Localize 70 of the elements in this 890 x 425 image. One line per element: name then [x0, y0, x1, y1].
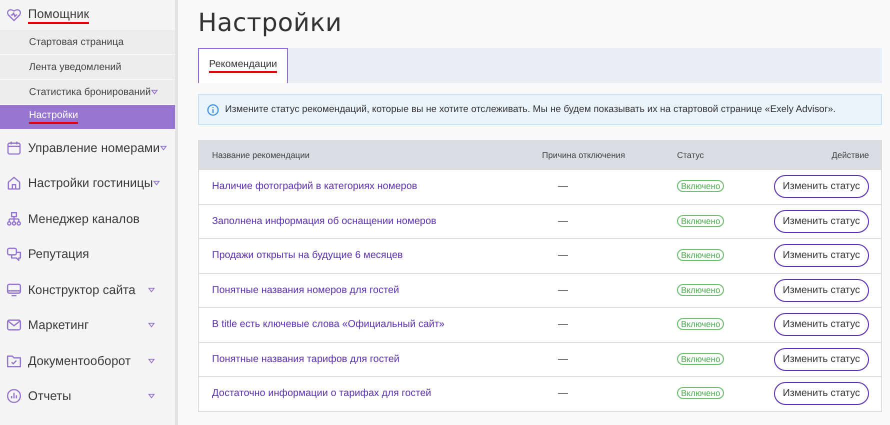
reason-cell: — — [558, 181, 568, 192]
status-badge: Включено — [677, 387, 724, 400]
house-icon — [6, 175, 22, 192]
heart-icon — [6, 7, 22, 23]
reason-cell: — — [558, 388, 568, 400]
nav-item[interactable]: Помощник — [0, 0, 175, 30]
recommendation-link[interactable]: Достаточно информации о тарифах для гостей — [212, 388, 432, 400]
reason-cell: — — [558, 284, 568, 296]
nav-label: Помощник — [28, 6, 90, 24]
info-text: Измените статус рекомендаций, которые вы не хотите отслеживать. Мы не будем показывать их на стартовой странице «Exely Advisor». — [225, 104, 836, 115]
recommendation-link[interactable]: Заполнена информация об оснащении номеров — [212, 216, 436, 227]
recommendation-link[interactable]: Понятные названия номеров для гостей — [212, 284, 400, 296]
submenu-item[interactable]: Настройки — [0, 105, 175, 130]
nav-label: Документооборот — [28, 354, 131, 368]
nav-item[interactable]: Менеджер каналов — [0, 201, 175, 236]
nav-label: Отчеты — [28, 389, 72, 404]
column-header: Действие — [830, 150, 870, 160]
nav-item[interactable]: Конструктор сайта — [0, 272, 175, 308]
recommendation-link[interactable]: Продажи открыты на будущие 6 месяцев — [212, 250, 403, 262]
submenu-label: Стартовая страница — [29, 36, 124, 48]
nav-label: Конструктор сайта — [28, 282, 136, 297]
tab[interactable]: Рекомендации — [198, 48, 288, 83]
status-badge: Включено — [677, 318, 724, 330]
nav-item[interactable]: Документооборот — [0, 343, 175, 378]
status-badge: Включено — [677, 249, 724, 262]
change-status-button[interactable]: Изменить статус — [774, 313, 869, 336]
change-status-button[interactable]: Изменить статус — [774, 244, 869, 268]
submenu-label: Настройки — [29, 110, 78, 124]
submenu-label: Лента уведомлений — [29, 62, 122, 72]
info-icon — [207, 104, 219, 116]
change-status-button[interactable]: Изменить статус — [774, 210, 869, 233]
change-status-button[interactable]: Изменить статус — [774, 175, 869, 198]
reason-cell: — — [558, 216, 568, 227]
submenu-item[interactable]: Лента уведомлений — [0, 55, 175, 80]
nav-label: Управление номерами — [28, 140, 160, 155]
folder-icon — [6, 352, 22, 369]
nav-item[interactable]: Маркетинг — [0, 308, 175, 343]
status-badge: Включено — [677, 284, 724, 296]
nav-item[interactable]: Настройки гостиницы — [0, 166, 175, 201]
column-header: Статус — [677, 150, 705, 160]
monitor-icon — [6, 282, 22, 298]
chart-icon — [6, 388, 22, 404]
mail-icon — [6, 317, 22, 334]
recommendation-link[interactable]: Наличие фотографий в категориях номеров — [212, 181, 418, 192]
page-title: Настройки — [198, 8, 343, 37]
recommendation-link[interactable]: Понятные названия тарифов для гостей — [212, 354, 400, 365]
chat-icon — [6, 246, 22, 262]
status-badge: Включено — [677, 180, 724, 192]
change-status-button[interactable]: Изменить статус — [774, 278, 869, 302]
sitemap-icon — [6, 210, 22, 227]
nav-item[interactable]: Отчеты — [0, 378, 175, 414]
reason-cell: — — [558, 319, 568, 330]
status-badge: Включено — [677, 352, 724, 365]
nav-label: Репутация — [28, 247, 90, 262]
change-status-button[interactable]: Изменить статус — [774, 348, 869, 371]
nav-label: Менеджер каналов — [28, 212, 140, 226]
recommendation-link[interactable]: В title есть ключевые слова «Официальный сайт» — [212, 319, 445, 330]
nav-item[interactable]: Репутация — [0, 236, 175, 272]
column-header: Название рекомендации — [211, 150, 311, 160]
reason-cell: — — [558, 250, 568, 262]
calendar-icon — [6, 140, 22, 156]
nav-label: Настройки гостиницы — [28, 176, 153, 190]
reason-cell: — — [558, 354, 568, 365]
change-status-button[interactable]: Изменить статус — [774, 382, 869, 406]
submenu-item[interactable]: Стартовая страница — [0, 30, 175, 55]
nav-item[interactable]: Управление номерами — [0, 130, 175, 166]
submenu-label: Статистика бронирований — [29, 86, 151, 98]
status-badge: Включено — [677, 214, 724, 227]
nav-label: Маркетинг — [28, 318, 89, 332]
column-header: Причина отключения — [542, 150, 626, 160]
